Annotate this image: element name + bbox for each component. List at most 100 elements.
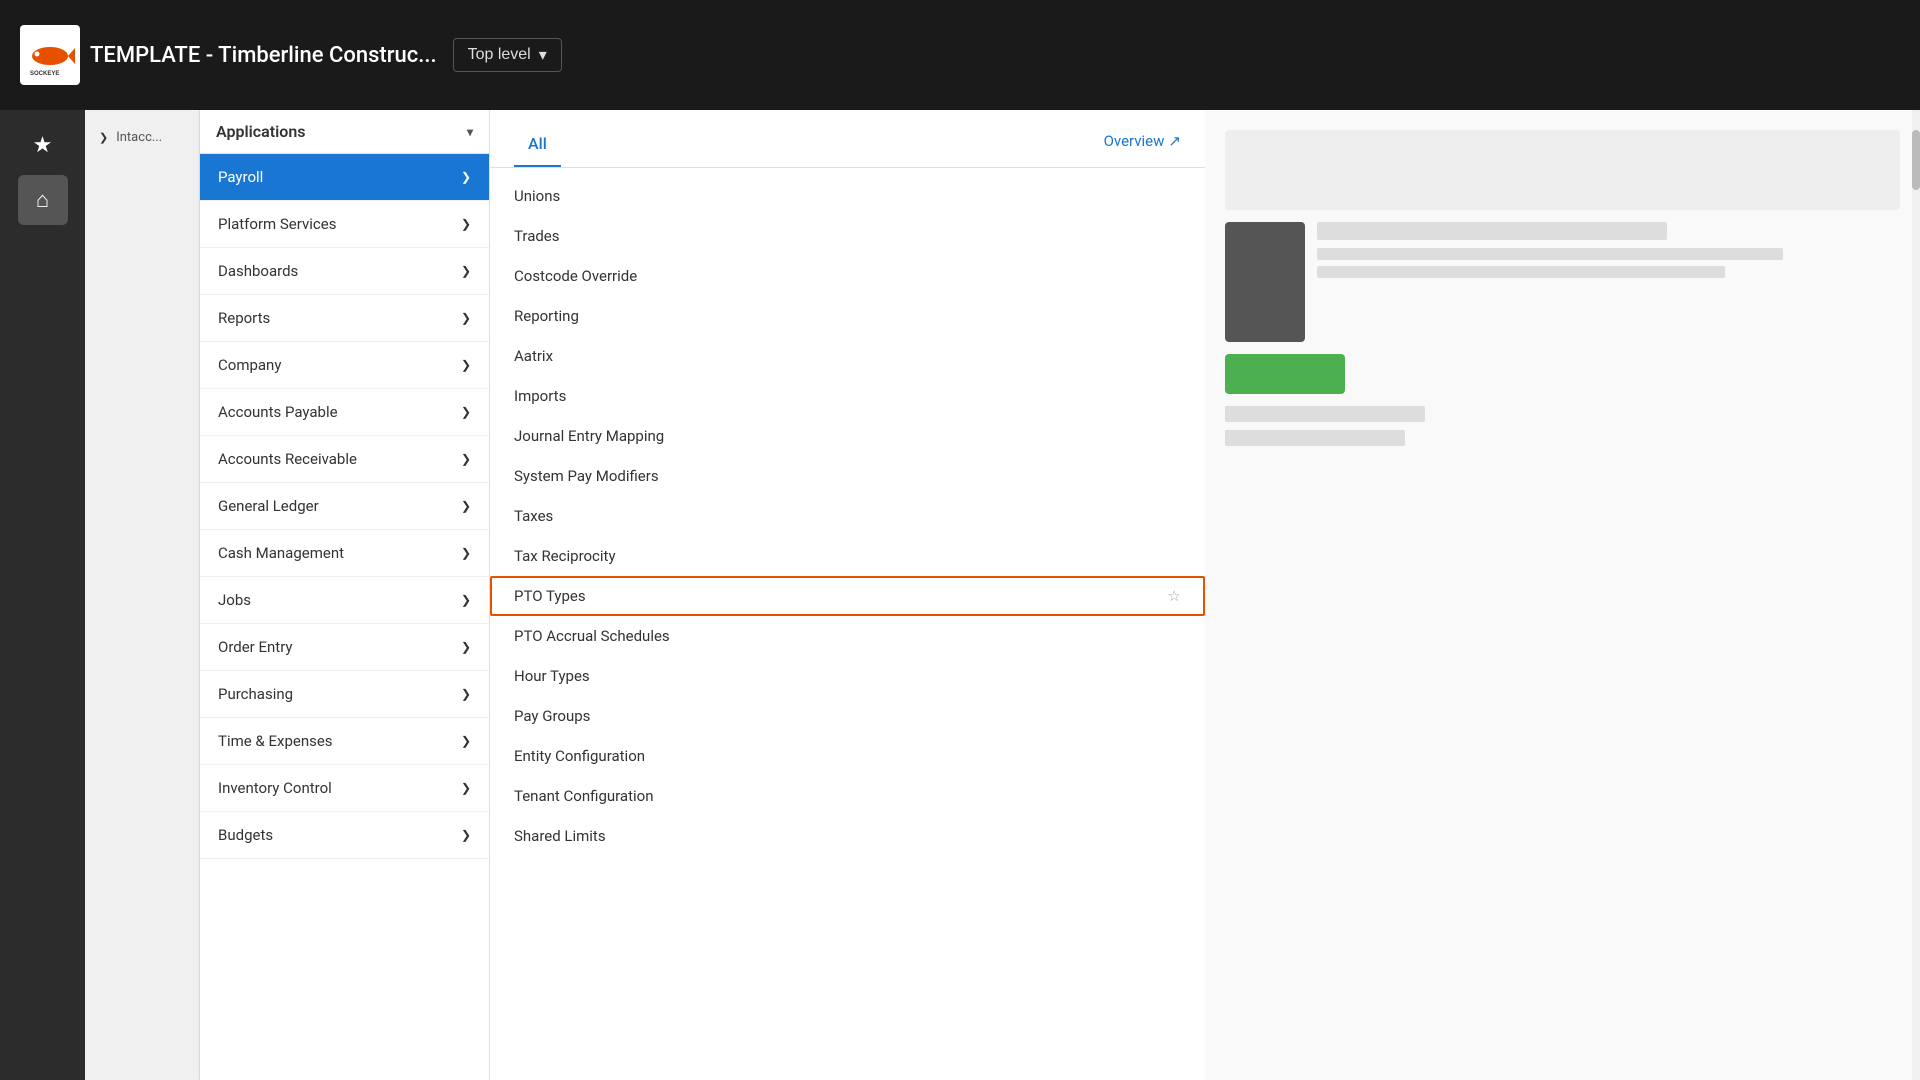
app-item-cash-management[interactable]: Cash Management ❯ (200, 530, 489, 577)
favorites-icon[interactable]: ★ (18, 120, 68, 170)
app-item-arrow: ❯ (461, 358, 471, 372)
app-item-jobs[interactable]: Jobs ❯ (200, 577, 489, 624)
submenu-item-journal-entry-mapping[interactable]: Journal Entry Mapping (490, 416, 1205, 456)
apps-list: Payroll ❯ Platform Services ❯ Dashboards… (200, 154, 489, 859)
sidebar-chevron: ❯ (99, 131, 108, 144)
sidebar-intacct[interactable]: ❯ Intacc... (85, 120, 199, 155)
star-favorite-icon[interactable]: ☆ (1168, 587, 1181, 605)
apps-header-chevron: ▾ (467, 125, 473, 139)
submenu-item-system-pay-modifiers[interactable]: System Pay Modifiers (490, 456, 1205, 496)
app-item-general-ledger[interactable]: General Ledger ❯ (200, 483, 489, 530)
apps-header[interactable]: Applications ▾ (200, 110, 489, 154)
submenu-header: All Overview ↗ (490, 110, 1205, 168)
app-item-inventory-control[interactable]: Inventory Control ❯ (200, 765, 489, 812)
submenu-item-label: Pay Groups (514, 707, 590, 725)
submenu-item-label: Entity Configuration (514, 747, 645, 765)
top-bar: SOCKEYE TEMPLATE - Timberline Construc..… (0, 0, 1920, 110)
submenu-item-pay-groups[interactable]: Pay Groups (490, 696, 1205, 736)
app-item-dashboards[interactable]: Dashboards ❯ (200, 248, 489, 295)
app-item-arrow: ❯ (461, 311, 471, 325)
app-item-arrow: ❯ (461, 781, 471, 795)
submenu-item-taxes[interactable]: Taxes (490, 496, 1205, 536)
app-item-purchasing[interactable]: Purchasing ❯ (200, 671, 489, 718)
app-item-order-entry[interactable]: Order Entry ❯ (200, 624, 489, 671)
submenu-item-reporting[interactable]: Reporting (490, 296, 1205, 336)
submenu-item-trades[interactable]: Trades (490, 216, 1205, 256)
app-item-arrow: ❯ (461, 170, 471, 184)
sidebar-label: Intacc... (116, 130, 162, 145)
app-item-arrow: ❯ (461, 217, 471, 231)
home-icon[interactable]: ⌂ (18, 175, 68, 225)
app-item-arrow: ❯ (461, 734, 471, 748)
app-item-label: Accounts Payable (218, 403, 338, 421)
submenu-item-label: Aatrix (514, 347, 553, 365)
app-item-label: General Ledger (218, 497, 319, 515)
submenu-item-label: PTO Types (514, 587, 586, 605)
apps-dropdown: Applications ▾ Payroll ❯ Platform Servic… (200, 110, 490, 1080)
submenu-item-label: Tenant Configuration (514, 787, 653, 805)
apps-header-label: Applications (216, 122, 305, 141)
app-item-arrow: ❯ (461, 640, 471, 654)
submenu-item-label: Costcode Override (514, 267, 637, 285)
submenu-item-pto-accrual-schedules[interactable]: PTO Accrual Schedules (490, 616, 1205, 656)
company-title: TEMPLATE - Timberline Construc... (90, 43, 437, 68)
app-item-label: Platform Services (218, 215, 336, 233)
submenu-item-label: Trades (514, 227, 560, 245)
scrollbar-track[interactable] (1912, 110, 1920, 1080)
app-item-label: Reports (218, 309, 270, 327)
submenu-item-tenant-configuration[interactable]: Tenant Configuration (490, 776, 1205, 816)
app-item-label: Purchasing (218, 685, 293, 703)
submenu-panel: All Overview ↗ Unions Trades Costcode Over… (490, 110, 1205, 1080)
submenu-item-label: Hour Types (514, 667, 590, 685)
app-item-time-&-expenses[interactable]: Time & Expenses ❯ (200, 718, 489, 765)
overview-label: Overview (1104, 132, 1165, 150)
scrollbar-thumb[interactable] (1912, 130, 1920, 190)
submenu-item-label: Taxes (514, 507, 553, 525)
top-level-button[interactable]: Top level ▾ (453, 38, 562, 72)
app-item-accounts-payable[interactable]: Accounts Payable ❯ (200, 389, 489, 436)
icon-rail: ★ ⌂ (0, 110, 85, 1080)
all-tab[interactable]: All (514, 124, 561, 167)
submenu-item-label: Tax Reciprocity (514, 547, 616, 565)
app-item-label: Order Entry (218, 638, 293, 656)
app-item-arrow: ❯ (461, 593, 471, 607)
submenu-item-imports[interactable]: Imports (490, 376, 1205, 416)
submenu-item-label: Reporting (514, 307, 579, 325)
submenu-item-label: Journal Entry Mapping (514, 427, 664, 445)
app-item-company[interactable]: Company ❯ (200, 342, 489, 389)
app-item-payroll[interactable]: Payroll ❯ (200, 154, 489, 201)
bg-content (1205, 110, 1920, 1080)
submenu-item-pto-types[interactable]: PTO Types ☆ (490, 576, 1205, 616)
app-item-label: Jobs (218, 591, 251, 609)
app-item-arrow: ❯ (461, 828, 471, 842)
app-item-arrow: ❯ (461, 546, 471, 560)
submenu-item-tax-reciprocity[interactable]: Tax Reciprocity (490, 536, 1205, 576)
submenu-item-label: Shared Limits (514, 827, 606, 845)
app-item-reports[interactable]: Reports ❯ (200, 295, 489, 342)
main-area: ★ ⌂ ❯ Intacc... Applications ▾ Payroll ❯… (0, 110, 1920, 1080)
logo-image: SOCKEYE (20, 25, 80, 85)
app-item-arrow: ❯ (461, 405, 471, 419)
submenu-item-aatrix[interactable]: Aatrix (490, 336, 1205, 376)
app-item-label: Budgets (218, 826, 273, 844)
app-item-label: Cash Management (218, 544, 344, 562)
app-item-accounts-receivable[interactable]: Accounts Receivable ❯ (200, 436, 489, 483)
submenu-item-hour-types[interactable]: Hour Types (490, 656, 1205, 696)
app-item-budgets[interactable]: Budgets ❯ (200, 812, 489, 859)
app-item-label: Inventory Control (218, 779, 332, 797)
submenu-item-shared-limits[interactable]: Shared Limits (490, 816, 1205, 856)
overview-icon: ↗ (1168, 132, 1181, 150)
top-level-chevron: ▾ (539, 45, 547, 65)
app-item-label: Payroll (218, 168, 263, 186)
submenu-item-entity-configuration[interactable]: Entity Configuration (490, 736, 1205, 776)
app-item-label: Dashboards (218, 262, 298, 280)
app-item-arrow: ❯ (461, 499, 471, 513)
app-item-arrow: ❯ (461, 687, 471, 701)
submenu-item-unions[interactable]: Unions (490, 176, 1205, 216)
overview-link[interactable]: Overview ↗ (1104, 132, 1181, 160)
app-item-platform-services[interactable]: Platform Services ❯ (200, 201, 489, 248)
submenu-item-costcode-override[interactable]: Costcode Override (490, 256, 1205, 296)
sidebar-collapsed: ❯ Intacc... (85, 110, 200, 1080)
app-item-label: Time & Expenses (218, 732, 333, 750)
svg-text:SOCKEYE: SOCKEYE (30, 71, 59, 77)
